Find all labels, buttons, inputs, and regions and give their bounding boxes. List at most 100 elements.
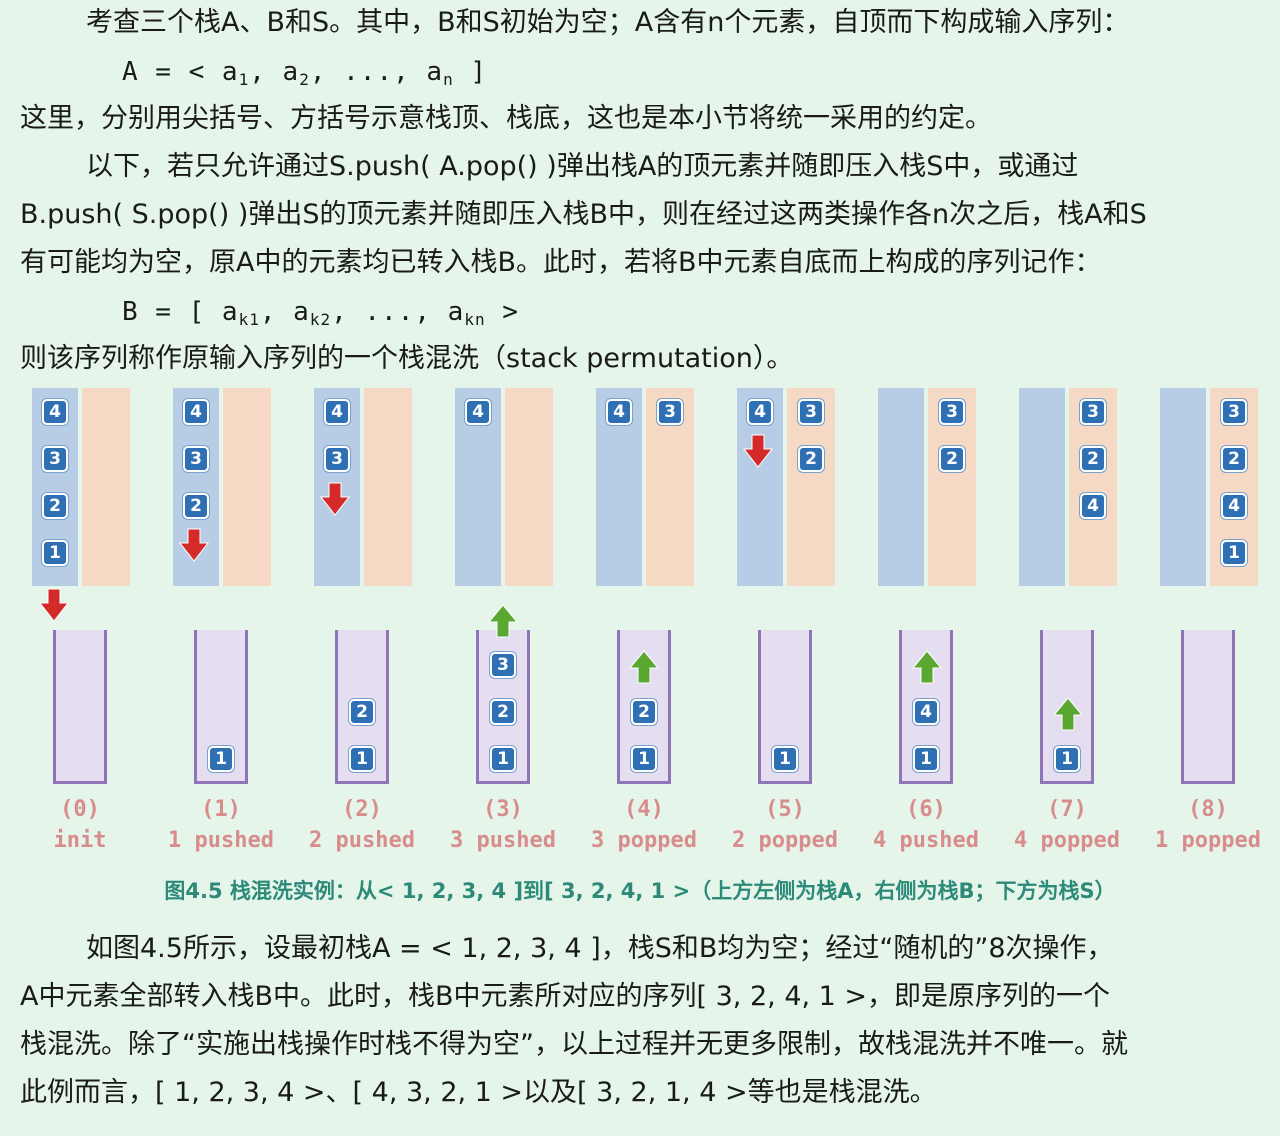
para-ops-1: 以下，若只允许通过S.push( A.pop() )弹出栈A的顶元素并随即压入栈… — [86, 151, 1079, 182]
stack-b-item: 4 — [1080, 493, 1106, 519]
push-arrow-icon — [179, 528, 209, 562]
para-example-4: 此例而言，[ 1, 2, 3, 4 >、[ 4, 3, 2, 1 >以及[ 3,… — [20, 1077, 937, 1108]
stack-s-item: 1 — [631, 746, 657, 772]
stack-s: 1 — [194, 630, 248, 784]
stack-pair-panel: 432 — [737, 388, 835, 586]
stack-b: 32 — [787, 388, 835, 586]
stack-b-item: 4 — [1221, 493, 1247, 519]
stack-s: 1 — [758, 630, 812, 784]
formula-b: B = [ ak1, ak2, ..., akn > — [122, 297, 519, 329]
stack-s-item: 1 — [349, 746, 375, 772]
stack-s-item: 1 — [772, 746, 798, 772]
step-label: 2 popped — [732, 828, 838, 853]
stack-a-item: 4 — [183, 399, 209, 425]
push-arrow-icon — [39, 588, 69, 622]
stack-a-item: 4 — [606, 399, 632, 425]
stack-a: 4 — [455, 388, 501, 586]
stack-a-item: 3 — [183, 446, 209, 472]
stack-s-item: 4 — [913, 699, 939, 725]
step-number: (2) — [342, 797, 382, 822]
stack-s-item: 1 — [208, 746, 234, 772]
step-label: 1 pushed — [168, 828, 274, 853]
para-example-3: 栈混洗。除了“实施出栈操作时栈不得为空”，以上过程并无更多限制，故栈混洗并不唯一… — [20, 1029, 1128, 1060]
stack-s-item: 1 — [1054, 746, 1080, 772]
stack-pair-panel: 3 2 4 1 — [1160, 388, 1258, 586]
stack-a-item: 4 — [324, 399, 350, 425]
stack-b-item: 3 — [1080, 399, 1106, 425]
stack-b-item: 3 — [657, 399, 683, 425]
push-arrow-icon — [743, 434, 773, 468]
stack-a-item: 4 — [42, 399, 68, 425]
stack-a — [1019, 388, 1065, 586]
para-ops-2: B.push( S.pop() )弹出S的顶元素并随即压入栈B中，则在经过这两类… — [20, 199, 1147, 230]
stack-b — [82, 388, 130, 586]
formula-a: A = < a1, a2, ..., an ] — [122, 57, 488, 89]
para-ops-3: 有可能均为空，原A中的元素均已转入栈B。此时，若将B中元素自底而上构成的序列记作… — [20, 247, 1102, 278]
stack-b — [364, 388, 412, 586]
stack-a-item: 2 — [42, 493, 68, 519]
stack-s-item: 2 — [631, 699, 657, 725]
stack-a-item: 3 — [42, 446, 68, 472]
stack-s — [1181, 630, 1235, 784]
stack-b-item: 2 — [1080, 446, 1106, 472]
stack-pair-panel: 43 — [596, 388, 694, 586]
stack-s — [53, 630, 107, 784]
stack-s: 3 2 1 — [476, 630, 530, 784]
stack-s-item: 1 — [490, 746, 516, 772]
stack-a-item: 3 — [324, 446, 350, 472]
stack-s-item: 1 — [913, 746, 939, 772]
stack-pair-panel: 4 — [455, 388, 553, 586]
stack-b-item: 1 — [1221, 540, 1247, 566]
stack-b: 3 2 4 — [1069, 388, 1117, 586]
stack-b: 3 — [646, 388, 694, 586]
stack-b — [223, 388, 271, 586]
figure-caption: 图4.5 栈混洗实例：从< 1, 2, 3, 4 ]到[ 3, 2, 4, 1 … — [164, 879, 1116, 903]
pop-arrow-icon — [912, 650, 942, 684]
stack-pair-panel: 3 2 4 — [1019, 388, 1117, 586]
step-label: 2 pushed — [309, 828, 415, 853]
stack-a: 4 3 2 1 — [32, 388, 78, 586]
step-label: 3 pushed — [450, 828, 556, 853]
stack-b — [505, 388, 553, 586]
para-convention: 这里，分别用尖括号、方括号示意栈顶、栈底，这也是本小节将统一采用的约定。 — [20, 103, 992, 134]
step-number: (8) — [1188, 797, 1228, 822]
step-label: 4 popped — [1014, 828, 1120, 853]
step-label: 1 popped — [1155, 828, 1261, 853]
stack-a-item: 2 — [183, 493, 209, 519]
stack-s-item: 2 — [490, 699, 516, 725]
step-label: 4 pushed — [873, 828, 979, 853]
step-label: init — [53, 828, 107, 853]
pop-arrow-icon — [488, 604, 518, 638]
para-example-1: 如图4.5所示，设最初栈A = < 1, 2, 3, 4 ]，栈S和B均为空；经… — [86, 933, 1114, 964]
stack-s-item: 2 — [349, 699, 375, 725]
stack-b-item: 2 — [798, 446, 824, 472]
stack-pair-panel: 4 3 2 1 — [32, 388, 130, 586]
para-example-2: A中元素全部转入栈B中。此时，栈B中元素所对应的序列[ 3, 2, 4, 1 >… — [20, 981, 1111, 1012]
stack-b: 3 2 4 1 — [1210, 388, 1258, 586]
step-number: (0) — [60, 797, 100, 822]
stack-s: 21 — [335, 630, 389, 784]
stack-a: 4 — [596, 388, 642, 586]
pop-arrow-icon — [629, 650, 659, 684]
stack-b-item: 3 — [798, 399, 824, 425]
stack-a-item: 1 — [42, 540, 68, 566]
step-label: 3 popped — [591, 828, 697, 853]
pop-arrow-icon — [1053, 697, 1083, 731]
stack-b-item: 3 — [939, 399, 965, 425]
stack-a: 4 — [737, 388, 783, 586]
push-arrow-icon — [320, 482, 350, 516]
stack-b-item: 2 — [1221, 446, 1247, 472]
stack-b-item: 2 — [939, 446, 965, 472]
stack-a-item: 4 — [747, 399, 773, 425]
step-number: (4) — [624, 797, 664, 822]
step-number: (1) — [201, 797, 241, 822]
step-number: (5) — [765, 797, 805, 822]
step-number: (7) — [1047, 797, 1087, 822]
stack-s-item: 3 — [490, 652, 516, 678]
para-definition: 则该序列称作原输入序列的一个栈混洗（stack permutation）。 — [20, 343, 794, 374]
stack-a — [1160, 388, 1206, 586]
stack-a — [878, 388, 924, 586]
stack-b-item: 3 — [1221, 399, 1247, 425]
step-number: (6) — [906, 797, 946, 822]
stack-b: 32 — [928, 388, 976, 586]
